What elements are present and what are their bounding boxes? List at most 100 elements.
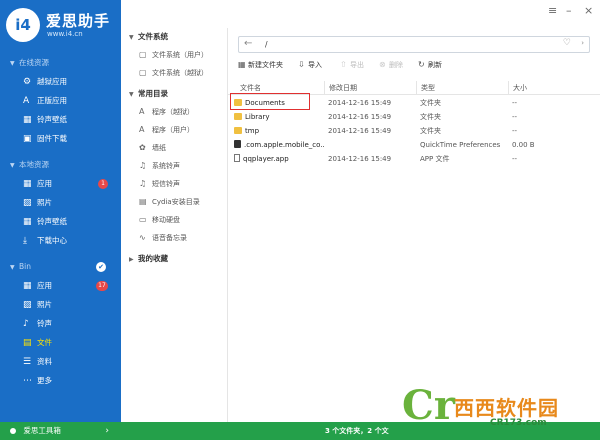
folder-icon: [234, 127, 242, 134]
nav-item-label: 下载中心: [37, 236, 67, 245]
nav-item[interactable]: ▦ 应用 1: [0, 174, 121, 193]
nav-item-label: 资料: [37, 357, 52, 366]
tree-item[interactable]: ∿ 语音备忘录: [121, 229, 227, 247]
file-size-cell: --: [512, 113, 518, 121]
document-icon: ▤: [139, 197, 147, 206]
tree-item-label: 短信铃声: [152, 180, 180, 188]
file-icon: ▢: [139, 50, 147, 59]
file-name-cell: tmp: [234, 124, 324, 138]
tree-item[interactable]: ▭ 移动硬盘: [121, 211, 227, 229]
nav-item[interactable]: ♪ 铃声: [0, 314, 121, 333]
nav-item-label: 应用: [37, 281, 52, 290]
table-row[interactable]: Library 2014-12-16 15:49 文件夹 --: [228, 110, 600, 124]
tree-item[interactable]: ▢ 文件系统（用户）: [121, 46, 227, 64]
nav-item[interactable]: ▦ 铃声壁纸: [0, 212, 121, 231]
tree-item[interactable]: A 程序（越狱）: [121, 103, 227, 121]
toolbar: ▦ 新建文件夹 ⇩ 导入 ⇧ 导出 ⊗ 删除 ↻ 刷新: [236, 58, 596, 72]
chevron-down-icon[interactable]: ›: [581, 39, 584, 47]
nav-item[interactable]: A 正版应用: [0, 91, 121, 110]
nav-item[interactable]: ▨ 照片: [0, 295, 121, 314]
nav-section[interactable]: ▼ Bin ✔: [0, 258, 121, 276]
tree-group[interactable]: ▼ 文件系统: [121, 28, 227, 46]
watermark-logo: Cr 西西软件园 CR173.com: [402, 384, 594, 438]
import-button[interactable]: ⇩ 导入: [298, 58, 322, 72]
nav-item[interactable]: ☰ 资料: [0, 352, 121, 371]
nav-item[interactable]: ⤓ 下载中心: [0, 231, 121, 250]
table-row[interactable]: .com.apple.mobile_co... QuickTime Prefere…: [228, 138, 600, 152]
app-window: i4 爱思助手 www.i4.cn ▼ 在线资源 ⚙ 越狱应用 A 正版应用 ▦ 铃声壁纸 ▣ 固…: [0, 0, 600, 440]
nav-section[interactable]: ▼ 本地资源: [0, 156, 121, 174]
toolbox-icon: [10, 428, 16, 434]
minimize-button[interactable]: –: [566, 4, 572, 17]
caret-down-icon: ▼: [10, 162, 15, 169]
column-size[interactable]: 大小: [508, 81, 598, 95]
nav-section[interactable]: ▼ 在线资源: [0, 54, 121, 72]
column-date[interactable]: 修改日期: [324, 81, 416, 95]
nav-item[interactable]: ▣ 固件下载: [0, 129, 121, 148]
refresh-label: 刷新: [428, 61, 442, 69]
path-input[interactable]: /: [265, 40, 268, 49]
nav-section-label: Bin: [19, 262, 31, 271]
app-store-icon: A: [23, 96, 30, 106]
film-icon: ▦: [23, 115, 32, 125]
nav-item[interactable]: ▦ 应用 17: [0, 276, 121, 295]
tree-item-label: 系统铃声: [152, 162, 180, 170]
path-bar[interactable]: ← / ♡ ›: [238, 36, 590, 53]
watermark-text: 西西软件园: [454, 396, 559, 420]
flower-icon: ✿: [139, 143, 146, 152]
table-row[interactable]: tmp 2014-12-16 15:49 文件夹 --: [228, 124, 600, 138]
nav-item-label: 铃声: [37, 319, 52, 328]
count-badge: 17: [96, 281, 108, 291]
tree-item[interactable]: ▢ 文件系统（越狱）: [121, 64, 227, 82]
app-name: 爱思助手: [46, 12, 111, 30]
nav-item[interactable]: ⚙ 越狱应用: [0, 72, 121, 91]
tree-item[interactable]: ▤ Cydia安装目录: [121, 193, 227, 211]
refresh-button[interactable]: ↻ 刷新: [418, 58, 442, 72]
file-size-cell: --: [512, 99, 518, 107]
tree-item[interactable]: ♫ 短信铃声: [121, 175, 227, 193]
back-arrow-icon[interactable]: ←: [244, 38, 252, 49]
tree-item-label: 移动硬盘: [152, 216, 180, 224]
tree-item[interactable]: ✿ 墙纸: [121, 139, 227, 157]
bell-icon: ♫: [139, 179, 147, 188]
download-box-icon: ▣: [23, 134, 32, 144]
nav-section-label: 本地资源: [19, 160, 49, 169]
caret-down-icon: ▼: [10, 264, 15, 271]
nav-item[interactable]: ▤ 文件: [0, 333, 121, 352]
close-button[interactable]: ×: [584, 4, 593, 17]
file-type-cell: 文件夹: [420, 99, 441, 107]
sidebar-nav: ▼ 在线资源 ⚙ 越狱应用 A 正版应用 ▦ 铃声壁纸 ▣ 固件下载 ▼ 本地资源 ▦ 应用 1 ▨ 照片 ▦ 铃声…: [0, 54, 121, 390]
export-button[interactable]: ⇧ 导出: [340, 58, 364, 72]
tree-group-label: 我的收藏: [138, 254, 168, 263]
favorite-icon[interactable]: ♡: [563, 38, 571, 48]
tree-item[interactable]: ♫ 系统铃声: [121, 157, 227, 175]
download-icon: ⤓: [23, 236, 27, 246]
nav-item[interactable]: ▦ 铃声壁纸: [0, 110, 121, 129]
tree-group[interactable]: ▶ 我的收藏: [121, 250, 227, 268]
mic-icon: ∿: [139, 233, 146, 242]
menu-icon[interactable]: ≡: [548, 4, 557, 17]
file-date-cell: 2014-12-16 15:49: [328, 113, 392, 121]
nav-item-label: 固件下载: [37, 134, 67, 143]
new-folder-icon: ▦: [238, 60, 246, 69]
file-size-cell: --: [512, 127, 518, 135]
new-folder-button[interactable]: ▦ 新建文件夹: [238, 58, 283, 72]
column-type[interactable]: 类型: [416, 81, 508, 95]
toolbox-button[interactable]: 爱思工具箱 ›: [0, 422, 121, 440]
nav-item[interactable]: ⋯ 更多: [0, 371, 121, 390]
caret-down-icon: ▼: [129, 34, 134, 41]
export-icon: ⇧: [340, 60, 347, 69]
table-row[interactable]: qqplayer.app 2014-12-16 15:49 APP 文件 --: [228, 152, 600, 166]
file-date-cell: 2014-12-16 15:49: [328, 127, 392, 135]
tree-group-label: 常用目录: [138, 89, 168, 98]
file-name: qqplayer.app: [243, 155, 289, 163]
tree-item[interactable]: A 程序（用户）: [121, 121, 227, 139]
delete-button[interactable]: ⊗ 删除: [379, 58, 403, 72]
file-name-cell: Library: [234, 110, 324, 124]
tree-group[interactable]: ▼ 常用目录: [121, 85, 227, 103]
nav-item[interactable]: ▨ 照片: [0, 193, 121, 212]
list-icon: ☰: [23, 357, 32, 367]
app-icon: A: [139, 107, 145, 116]
disk-icon: ▭: [139, 215, 147, 224]
